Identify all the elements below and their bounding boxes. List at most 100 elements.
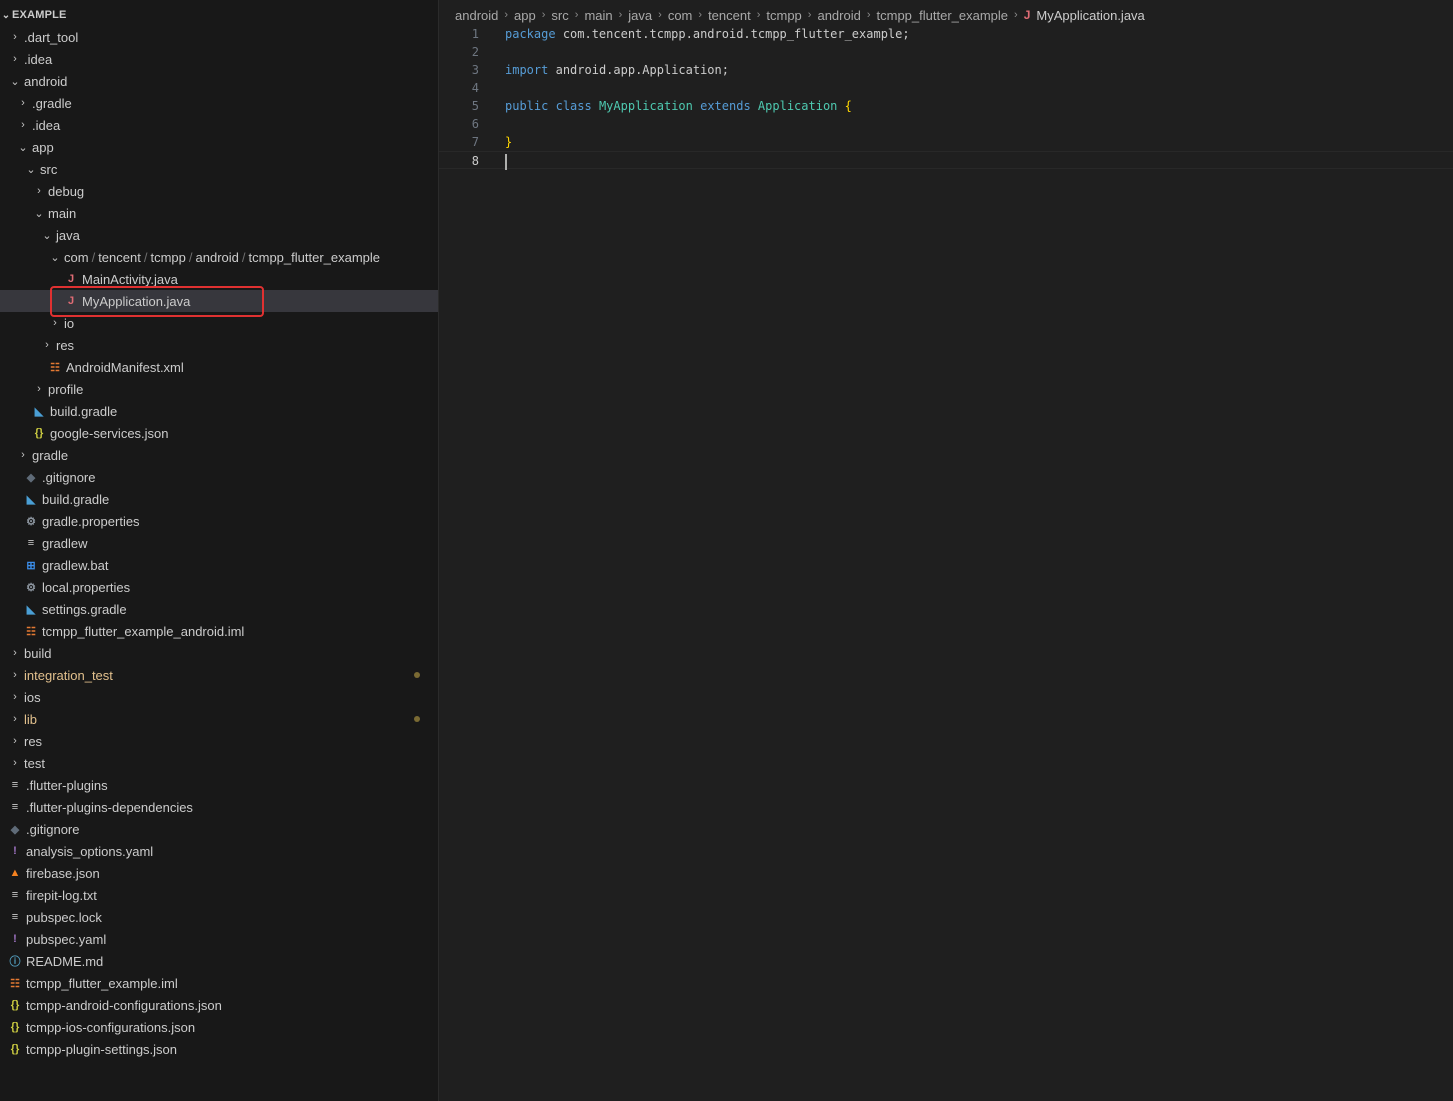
chevron-down-icon[interactable]: ⌄ [32,207,46,220]
explorer-section-header[interactable]: ⌄ EXAMPLE [0,4,438,26]
tree-file[interactable]: ◆ .gitignore [0,818,438,840]
code-area[interactable]: 1 package com.tencent.tcmpp.android.tcmpp… [439,25,1453,170]
json-icon: {} [10,1021,20,1033]
breadcrumb-item[interactable]: tencent [708,8,751,23]
chevron-down-icon[interactable]: ⌄ [16,141,30,154]
tree-folder[interactable]: › integration_test [0,664,438,686]
tree-folder[interactable]: › debug [0,180,438,202]
tree-file[interactable]: ⚙ gradle.properties [0,510,438,532]
breadcrumb-file[interactable]: MyApplication.java [1036,8,1144,23]
chevron-down-icon[interactable]: ⌄ [8,75,22,88]
tree-file[interactable]: ◣ build.gradle [0,400,438,422]
tree-folder[interactable]: › res [0,334,438,356]
compact-folder-segment[interactable]: tcmpp [150,250,185,265]
chevron-right-icon[interactable]: › [16,97,30,109]
code-line[interactable]: 6 [439,115,1453,133]
tree-file[interactable]: J MyApplication.java [0,290,438,312]
chevron-down-icon[interactable]: ⌄ [48,251,62,264]
breadcrumb-item[interactable]: app [514,8,536,23]
tree-file[interactable]: ≡ firepit-log.txt [0,884,438,906]
code-line[interactable]: 7} [439,133,1453,151]
chevron-right-icon[interactable]: › [32,185,46,197]
breadcrumb-item[interactable]: android [455,8,498,23]
tree-file[interactable]: ◣ settings.gradle [0,598,438,620]
tree-folder[interactable]: ⌄ java [0,224,438,246]
chevron-right-icon[interactable]: › [32,383,46,395]
tree-file[interactable]: ≡ gradlew [0,532,438,554]
chevron-right-icon[interactable]: › [48,317,62,329]
chevron-right-icon[interactable]: › [8,53,22,65]
breadcrumb-item[interactable]: tcmpp_flutter_example [877,8,1009,23]
line-number: 3 [471,63,479,77]
tree-folder[interactable]: › test [0,752,438,774]
chevron-right-icon[interactable]: › [40,339,54,351]
tree-file[interactable]: ⓘ README.md [0,950,438,972]
tree-folder[interactable]: ⌄ src [0,158,438,180]
chevron-right-icon: › [1014,9,1018,21]
code-line[interactable]: 1 package com.tencent.tcmpp.android.tcmpp… [439,25,1453,43]
tree-file[interactable]: ◆ .gitignore [0,466,438,488]
tree-file[interactable]: ⚙ local.properties [0,576,438,598]
breadcrumb-item[interactable]: java [628,8,652,23]
tree-file[interactable]: ▲ firebase.json [0,862,438,884]
chevron-right-icon[interactable]: › [8,735,22,747]
tree-item-label: tcmpp-android-configurations.json [26,997,222,1013]
compact-folder-segment[interactable]: tcmpp_flutter_example [249,250,381,265]
chevron-right-icon[interactable]: › [8,669,22,681]
tree-file[interactable]: {} google-services.json [0,422,438,444]
tree-file[interactable]: {} tcmpp-android-configurations.json [0,994,438,1016]
tree-file[interactable]: ☷ tcmpp_flutter_example.iml [0,972,438,994]
tree-file[interactable]: {} tcmpp-ios-configurations.json [0,1016,438,1038]
chevron-down-icon[interactable]: ⌄ [24,163,38,176]
code-line[interactable]: 8 [439,151,1453,170]
tree-folder[interactable]: ⌄ app [0,136,438,158]
tree-folder[interactable]: › .dart_tool [0,26,438,48]
tree-folder[interactable]: › gradle [0,444,438,466]
compact-folder-segment[interactable]: tencent [98,250,141,265]
tree-file[interactable]: ☷ tcmpp_flutter_example_android.iml [0,620,438,642]
chevron-right-icon[interactable]: › [8,647,22,659]
chevron-right-icon[interactable]: › [8,713,22,725]
chevron-right-icon: › [504,9,509,21]
tree-folder[interactable]: › profile [0,378,438,400]
tree-file[interactable]: ☷ AndroidManifest.xml [0,356,438,378]
tree-file[interactable]: ⊞ gradlew.bat [0,554,438,576]
tree-folder[interactable]: › .idea [0,114,438,136]
tree-folder[interactable]: ⌄ android [0,70,438,92]
tree-file[interactable]: ≡ pubspec.lock [0,906,438,928]
tree-file[interactable]: {} tcmpp-plugin-settings.json [0,1038,438,1060]
tree-folder[interactable]: › lib [0,708,438,730]
code-line[interactable]: 2 [439,43,1453,61]
tree-folder[interactable]: › .idea [0,48,438,70]
chevron-right-icon[interactable]: › [8,691,22,703]
breadcrumb-item[interactable]: main [584,8,612,23]
tree-folder[interactable]: › build [0,642,438,664]
compact-folder-segment[interactable]: android [196,250,239,265]
breadcrumb-item[interactable]: src [551,8,568,23]
tree-file[interactable]: ≡ .flutter-plugins-dependencies [0,796,438,818]
code-line[interactable]: 5 public class MyApplication extends Appl… [439,97,1453,115]
tree-folder[interactable]: › res [0,730,438,752]
code-line[interactable]: 3 import android.app.Application; [439,61,1453,79]
tree-file[interactable]: ! analysis_options.yaml [0,840,438,862]
breadcrumb-item[interactable]: android [817,8,860,23]
tree-folder[interactable]: › .gradle [0,92,438,114]
compact-folder-segment[interactable]: com [64,250,89,265]
tree-folder[interactable]: ⌄ com / tencent / tcmpp / android / tcmpp_flutter… [0,246,438,268]
breadcrumb-item[interactable]: tcmpp [766,8,801,23]
tree-folder[interactable]: › io [0,312,438,334]
chevron-down-icon[interactable]: ⌄ [40,229,54,242]
tree-file[interactable]: ! pubspec.yaml [0,928,438,950]
chevron-right-icon[interactable]: › [16,449,30,461]
chevron-right-icon[interactable]: › [8,757,22,769]
tree-file[interactable]: ≡ .flutter-plugins [0,774,438,796]
code-line[interactable]: 4 [439,79,1453,97]
tree-folder[interactable]: › ios [0,686,438,708]
tree-folder[interactable]: ⌄ main [0,202,438,224]
chevron-right-icon[interactable]: › [8,31,22,43]
breadcrumb-item[interactable]: com [668,8,693,23]
tree-file[interactable]: J MainActivity.java [0,268,438,290]
tree-file[interactable]: ◣ build.gradle [0,488,438,510]
chevron-right-icon[interactable]: › [16,119,30,131]
explorer-title: EXAMPLE [12,9,67,21]
